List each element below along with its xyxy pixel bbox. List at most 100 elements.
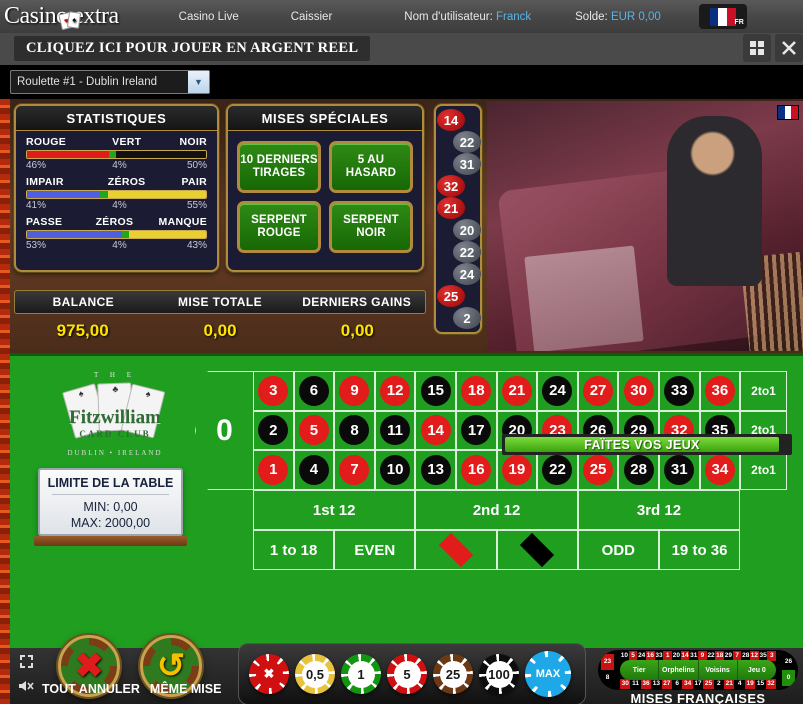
close-icon[interactable] — [775, 34, 803, 62]
chip-value-label: 5 — [393, 660, 421, 688]
bet-cell-27[interactable]: 27 — [577, 371, 619, 411]
racetrack-number[interactable]: 6 — [672, 679, 683, 689]
bet-cell-11[interactable]: 11 — [374, 410, 416, 451]
french-bets-racetrack[interactable]: 10 5 24 16 33 1 20 14 31 9 22 18 29 7 28 12 35 3 30 11 36 13… — [598, 650, 798, 704]
column-bet-2to1-3[interactable]: 2to1 — [740, 450, 787, 490]
racetrack-number[interactable]: 4 — [734, 679, 745, 689]
table-limit-min-label: MIN: — [83, 500, 110, 514]
chip-[interactable]: ✖ — [249, 654, 289, 694]
outside-bet-19-to-36[interactable]: 19 to 36 — [658, 530, 741, 570]
bet-cell-13[interactable]: 13 — [415, 450, 456, 490]
bet-cell-3[interactable]: 3 — [253, 371, 294, 411]
racetrack-number[interactable]: 32 — [765, 679, 777, 689]
bet-cell-9[interactable]: 9 — [334, 371, 375, 411]
game-selector[interactable]: Roulette #1 - Dublin Ireland ▼ — [10, 70, 210, 94]
chip-5[interactable]: 5 — [387, 654, 427, 694]
chip-25[interactable]: 25 — [433, 654, 473, 694]
bet-cell-17[interactable]: 17 — [455, 410, 497, 451]
racetrack-number[interactable]: 36 — [640, 679, 652, 689]
bet-cell-18[interactable]: 18 — [455, 371, 497, 411]
nav-caissier[interactable]: Caissier — [265, 11, 359, 23]
language-selector-button[interactable]: FR — [698, 4, 747, 29]
bet-cell-28[interactable]: 28 — [618, 450, 659, 490]
balance-bar-labels: BALANCE MISE TOTALE DERNIERS GAINS — [14, 290, 426, 314]
racetrack-number[interactable]: 17 — [692, 679, 704, 689]
racetrack-number[interactable]: 23 — [601, 654, 614, 670]
racetrack-section-orphelins[interactable]: Orphelins — [659, 660, 699, 680]
racetrack-number[interactable]: 26 — [782, 654, 795, 670]
stat-pct-left: 46% — [26, 160, 47, 171]
bet-cell-1[interactable]: 1 — [253, 450, 294, 490]
racetrack-number[interactable]: 34 — [682, 679, 693, 689]
racetrack-number[interactable]: 15 — [755, 679, 766, 689]
game-select-input[interactable]: Roulette #1 - Dublin Ireland — [10, 70, 210, 94]
chip-05[interactable]: 0,5 — [295, 654, 335, 694]
fullscreen-icon[interactable] — [14, 650, 38, 672]
special-bet-label: SERPENT ROUGE — [251, 214, 307, 239]
racetrack-number[interactable]: 21 — [724, 679, 735, 689]
sound-mute-icon[interactable] — [14, 675, 38, 697]
stat-label-right: PAIR — [181, 176, 207, 188]
dozen-bet-2[interactable]: 2nd 12 — [415, 490, 578, 530]
bet-cell-zero[interactable]: 0 — [195, 371, 253, 490]
balance-label-0: BALANCE — [52, 295, 115, 309]
outside-bet-odd[interactable]: ODD — [577, 530, 659, 570]
bet-number-label: 6 — [298, 375, 329, 406]
column-bet-2to1-1[interactable]: 2to1 — [740, 371, 787, 411]
bet-cell-6[interactable]: 6 — [293, 371, 335, 411]
chip-MAX[interactable]: MAX — [525, 651, 571, 697]
special-bet-button[interactable]: SERPENT NOIR — [329, 201, 413, 253]
outside-bet-red[interactable] — [415, 530, 497, 570]
bet-cell-10[interactable]: 10 — [374, 450, 416, 490]
racetrack-number[interactable]: 13 — [651, 679, 662, 689]
bet-cell-5[interactable]: 5 — [293, 410, 335, 451]
bet-cell-15[interactable]: 15 — [415, 371, 456, 411]
special-bet-button[interactable]: 5 AU HASARD — [329, 141, 413, 193]
racetrack-section-jeu-0[interactable]: Jeu 0 — [738, 660, 776, 680]
bet-cell-21[interactable]: 21 — [496, 371, 538, 411]
bet-cell-16[interactable]: 16 — [455, 450, 497, 490]
special-bet-button[interactable]: 10 DERNIERS TIRAGES — [237, 141, 321, 193]
bet-cell-31[interactable]: 31 — [658, 450, 700, 490]
bet-cell-25[interactable]: 25 — [577, 450, 619, 490]
language-code-label: FR — [734, 19, 744, 26]
bet-cell-22[interactable]: 22 — [537, 450, 578, 490]
outside-bet-black[interactable] — [496, 530, 578, 570]
bet-cell-8[interactable]: 8 — [334, 410, 375, 451]
racetrack-number[interactable]: 0 — [782, 670, 795, 686]
bet-cell-34[interactable]: 34 — [699, 450, 741, 490]
racetrack-number[interactable]: 19 — [744, 679, 756, 689]
grid-icon[interactable] — [743, 34, 771, 62]
bet-cell-24[interactable]: 24 — [537, 371, 578, 411]
racetrack-number[interactable]: 27 — [661, 679, 673, 689]
bet-cell-4[interactable]: 4 — [293, 450, 335, 490]
racetrack-number[interactable]: 30 — [620, 679, 631, 689]
dozen-bet-3[interactable]: 3rd 12 — [577, 490, 741, 530]
racetrack-number[interactable]: 11 — [630, 679, 641, 689]
racetrack-section-voisins[interactable]: Voisins — [699, 660, 738, 680]
chip-1[interactable]: 1 — [341, 654, 381, 694]
racetrack-number[interactable]: 8 — [601, 670, 614, 686]
racetrack-number[interactable]: 25 — [703, 679, 714, 689]
bet-cell-19[interactable]: 19 — [496, 450, 538, 490]
bet-number-label: 9 — [339, 375, 370, 406]
bet-cell-30[interactable]: 30 — [618, 371, 659, 411]
bet-number-label: 34 — [704, 454, 735, 485]
bet-cell-2[interactable]: 2 — [253, 410, 294, 451]
outside-bet-even[interactable]: EVEN — [334, 530, 416, 570]
outside-bet-1-to-18[interactable]: 1 to 18 — [253, 530, 335, 570]
special-bet-button[interactable]: SERPENT ROUGE — [237, 201, 321, 253]
bet-cell-12[interactable]: 12 — [374, 371, 416, 411]
bet-cell-7[interactable]: 7 — [334, 450, 375, 490]
statistics-rows: ROUGE VERT NOIR 46% 4% 50% IMPAIR ZÉROS PAIR 41% 4… — [16, 131, 217, 251]
nav-casino-live[interactable]: Casino Live — [153, 11, 265, 23]
bet-cell-14[interactable]: 14 — [415, 410, 456, 451]
table-limit-min-value: 0,00 — [113, 500, 138, 514]
dozen-bet-1[interactable]: 1st 12 — [253, 490, 416, 530]
chip-100[interactable]: 100 — [479, 654, 519, 694]
play-real-money-button[interactable]: CLIQUEZ ICI POUR JOUER EN ARGENT REEL — [14, 36, 371, 61]
bet-cell-33[interactable]: 33 — [658, 371, 700, 411]
racetrack-section-tier[interactable]: Tier — [620, 660, 660, 680]
bet-cell-36[interactable]: 36 — [699, 371, 741, 411]
racetrack-number[interactable]: 2 — [713, 679, 725, 689]
